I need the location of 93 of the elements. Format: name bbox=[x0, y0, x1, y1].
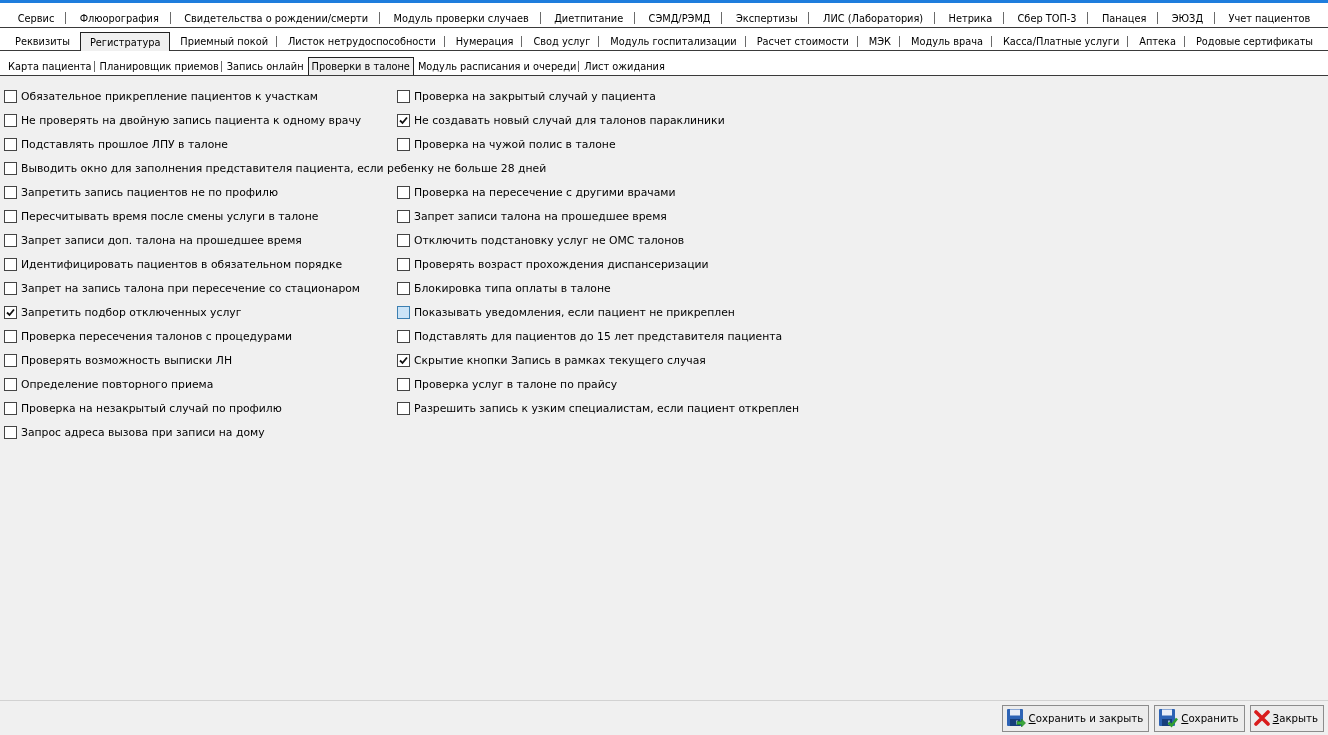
tab[interactable]: Приемный покой bbox=[170, 32, 278, 50]
checkbox[interactable] bbox=[4, 377, 17, 391]
checkbox-label: Проверка на чужой полис в талоне bbox=[414, 137, 616, 151]
checkbox-label: Обязательное прикрепление пациентов к участкам bbox=[21, 89, 318, 103]
checkbox-label: Запрос адреса вызова при записи на дому bbox=[21, 425, 265, 439]
checkbox[interactable] bbox=[397, 209, 410, 223]
tab[interactable]: Нумерация bbox=[445, 32, 524, 50]
checkbox-label: Не создавать новый случай для талонов параклиники bbox=[414, 113, 725, 127]
checkbox-label: Проверка на закрытый случай у пациента bbox=[414, 89, 656, 103]
tab[interactable]: Модуль госпитализации bbox=[600, 32, 747, 50]
checkbox-label: Запретить подбор отключенных услуг bbox=[21, 305, 242, 319]
checkbox-label: Отключить подстановку услуг не ОМС талонов bbox=[414, 233, 685, 247]
tab[interactable]: Запись онлайн bbox=[222, 57, 308, 75]
save-button[interactable]: Сохранить и закрыть bbox=[1001, 704, 1150, 732]
tab[interactable]: Расчет стоимости bbox=[746, 32, 859, 50]
checkbox[interactable] bbox=[4, 113, 17, 127]
tab[interactable]: Сбер ТОП-3 bbox=[1004, 8, 1090, 27]
checkbox[interactable] bbox=[4, 425, 17, 439]
tab[interactable]: Нетрика bbox=[935, 8, 1005, 27]
checkbox[interactable] bbox=[397, 137, 410, 151]
checkbox-label: Пересчитывать время после смены услуги в талоне bbox=[21, 209, 319, 223]
checkbox-label: Проверка на пересечение с другими врачами bbox=[414, 185, 676, 199]
tab[interactable]: Модуль проверки случаев bbox=[380, 8, 542, 27]
tab[interactable]: Модуль врача bbox=[901, 32, 993, 50]
checkbox-label: Запретить запись пациентов не по профилю bbox=[21, 185, 279, 199]
tab[interactable]: ЭЮЗД bbox=[1159, 8, 1216, 27]
checkbox-label: Проверка услуг в талоне по прайсу bbox=[414, 377, 618, 391]
checkbox[interactable] bbox=[4, 89, 17, 103]
tab[interactable]: Родовые сертификаты bbox=[1186, 32, 1324, 50]
checkbox-label: Проверять возраст прохождения диспансеризации bbox=[414, 257, 709, 271]
checkbox-label: Проверка пересечения талонов с процедурами bbox=[21, 329, 293, 343]
tab[interactable]: Реквизиты bbox=[5, 32, 80, 50]
tab[interactable]: МЭК bbox=[858, 32, 901, 50]
checkbox-label: Показывать уведомления, если пациент не прикреплен bbox=[414, 305, 735, 319]
tab[interactable]: Аптека bbox=[1129, 32, 1186, 50]
checkbox[interactable] bbox=[397, 185, 410, 199]
checkbox[interactable] bbox=[397, 353, 410, 367]
checkbox-label: Скрытие кнопки Запись в рамках текущего случая bbox=[414, 353, 706, 367]
checkbox[interactable] bbox=[4, 137, 17, 151]
checkbox[interactable] bbox=[4, 257, 17, 271]
checkbox-label: Запрет записи талона на прошедшее время bbox=[414, 209, 667, 223]
checkbox-label: Определение повторного приема bbox=[21, 377, 214, 391]
tab[interactable]: Карта пациента bbox=[4, 57, 96, 75]
checkbox[interactable] bbox=[397, 281, 410, 295]
tab[interactable]: Модуль расписания и очереди bbox=[413, 57, 581, 75]
tab[interactable]: Панацея bbox=[1089, 8, 1159, 27]
checkbox[interactable] bbox=[397, 401, 410, 415]
checkbox-label: Подставлять прошлое ЛПУ в талоне bbox=[21, 137, 228, 151]
tab[interactable]: Учет пациентов bbox=[1215, 8, 1324, 27]
checkbox[interactable] bbox=[397, 233, 410, 247]
checkbox[interactable] bbox=[397, 329, 410, 343]
checkbox[interactable] bbox=[4, 185, 17, 199]
tab[interactable]: Регистратура bbox=[79, 32, 171, 51]
tab[interactable]: Диетпитание bbox=[541, 8, 636, 27]
checkbox-label: Выводить окно для заполнения представителя пациента, если ребенку не больше 28 дней bbox=[21, 161, 547, 175]
checkbox[interactable] bbox=[4, 281, 17, 295]
tab[interactable]: Свидетельства о рождении/смерти bbox=[171, 8, 381, 27]
tab[interactable]: Экспертизы bbox=[723, 8, 811, 27]
close-button[interactable]: Закрыть bbox=[1249, 704, 1324, 732]
floppy-disk-check-icon bbox=[1158, 708, 1179, 728]
checkbox[interactable] bbox=[397, 305, 410, 319]
checkbox[interactable] bbox=[4, 401, 17, 415]
checkbox[interactable] bbox=[397, 113, 410, 127]
save-button[interactable]: Сохранить bbox=[1154, 704, 1245, 732]
checkbox[interactable] bbox=[4, 329, 17, 343]
checkbox-label: Запрет записи доп. талона на прошедшее время bbox=[21, 233, 302, 247]
checkbox[interactable] bbox=[4, 209, 17, 223]
checkbox[interactable] bbox=[4, 161, 17, 175]
checkbox[interactable] bbox=[4, 353, 17, 367]
tab[interactable]: Касса/Платные услуги bbox=[992, 32, 1130, 50]
checkbox[interactable] bbox=[397, 377, 410, 391]
tab[interactable]: Листок нетрудоспособности bbox=[278, 32, 446, 50]
checkbox[interactable] bbox=[397, 257, 410, 271]
checkbox[interactable] bbox=[397, 89, 410, 103]
checkbox[interactable] bbox=[4, 233, 17, 247]
close-icon bbox=[1253, 710, 1270, 726]
tab[interactable]: СЭМД/РЭМД bbox=[635, 8, 724, 27]
tab[interactable]: ЛИС (Лаборатория) bbox=[810, 8, 936, 27]
tab[interactable]: Флюорография bbox=[67, 8, 172, 27]
tab[interactable]: Сервис bbox=[5, 8, 67, 27]
checkbox-label: Идентифицировать пациентов в обязательном порядке bbox=[21, 257, 343, 271]
checkbox-label: Проверка на незакрытый случай по профилю bbox=[21, 401, 282, 415]
tab[interactable]: Лист ожидания bbox=[580, 57, 669, 75]
checkbox[interactable] bbox=[4, 305, 17, 319]
checkbox-label: Проверять возможность выписки ЛН bbox=[21, 353, 232, 367]
checkbox-label: Разрешить запись к узким специалистам, если пациент откреплен bbox=[414, 401, 800, 415]
checkbox-label: Запрет на запись талона при пересечение со стационаром bbox=[21, 281, 360, 295]
tab[interactable]: Планировщик приемов bbox=[95, 57, 223, 75]
tab[interactable]: Свод услуг bbox=[523, 32, 601, 50]
tab[interactable]: Проверки в талоне bbox=[307, 57, 414, 75]
checkbox-label: Подставлять для пациентов до 15 лет представителя пациента bbox=[414, 329, 783, 343]
checkbox-label: Не проверять на двойную запись пациента к одному врачу bbox=[21, 113, 362, 127]
checkbox-label: Блокировка типа оплаты в талоне bbox=[414, 281, 611, 295]
